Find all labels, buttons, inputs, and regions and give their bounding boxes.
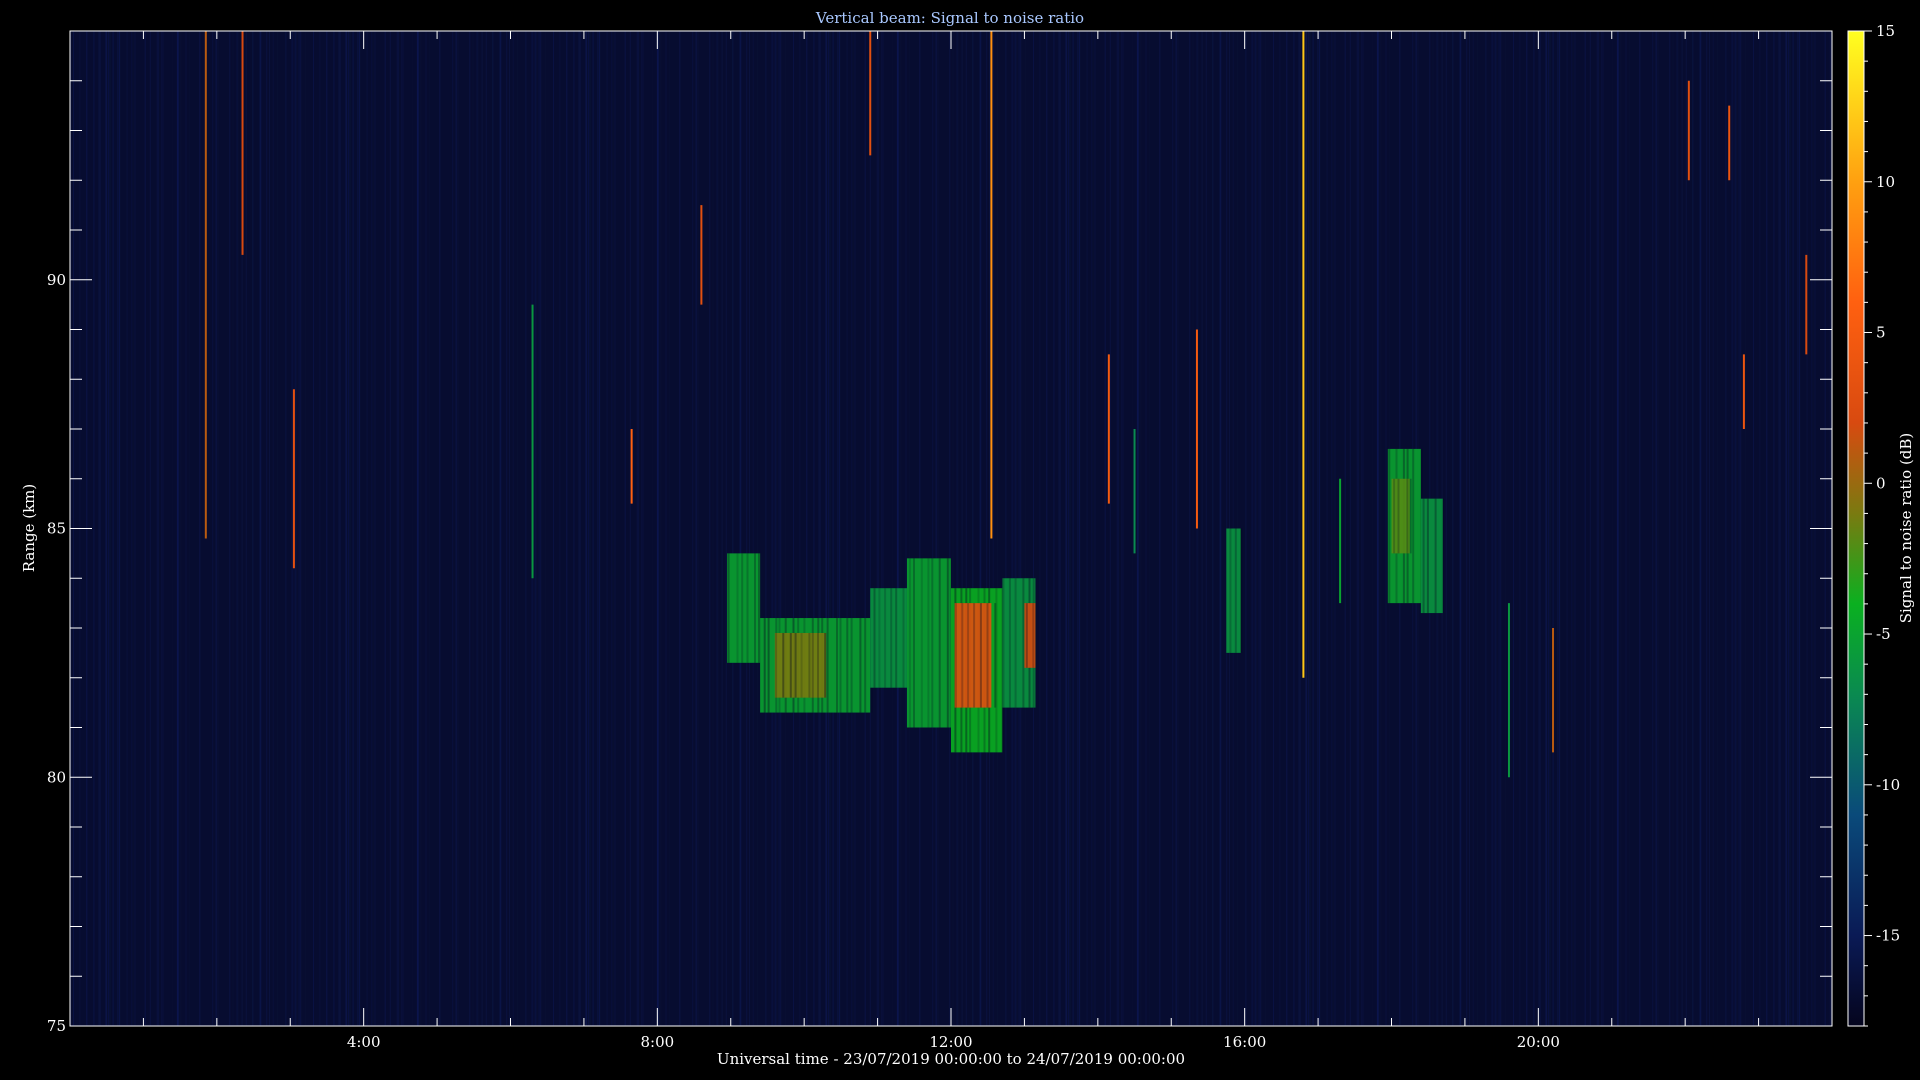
echo-stripe xyxy=(890,588,893,688)
echo-stripe xyxy=(775,632,778,698)
x-tick-label-0: 4:00 xyxy=(347,1033,381,1051)
colorbar-ticks: 15 10 5 0 -5 -10 -15 xyxy=(1864,22,1900,1027)
echo-stripe xyxy=(878,588,881,688)
echo-region-3 xyxy=(870,588,907,688)
echo-stripe xyxy=(913,558,915,728)
echo-stripe xyxy=(864,618,867,713)
colorbar-tick-label-5: -10 xyxy=(1876,776,1900,794)
echo-stripe xyxy=(927,558,930,728)
echo-stripe xyxy=(758,553,760,663)
y-tick-label-2: 85 xyxy=(47,520,66,538)
echo-stripe xyxy=(817,632,819,698)
plot-area xyxy=(69,30,1833,1027)
echo-stripe xyxy=(955,603,957,708)
colorbar-fill xyxy=(1848,31,1864,1026)
echo-stripe xyxy=(1422,498,1425,614)
colorbar-label: Signal to noise ratio (dB) xyxy=(1897,433,1915,624)
echo-stripe xyxy=(902,588,905,688)
echo-stripe xyxy=(763,618,766,713)
echo-stripe xyxy=(1397,478,1400,554)
x-tick-label-4: 20:00 xyxy=(1517,1033,1560,1051)
echo-stripe xyxy=(873,588,876,688)
echo-stripe xyxy=(1014,578,1017,708)
echo-stripe xyxy=(1434,498,1437,614)
echo-stripe xyxy=(1229,528,1232,653)
echo-region-9 xyxy=(1226,528,1241,653)
echo-stripe xyxy=(1426,498,1429,614)
echo-stripe xyxy=(850,618,853,713)
echo-stripe xyxy=(931,558,934,728)
echo-stripe xyxy=(800,632,803,698)
y-tick-label-0: 75 xyxy=(47,1017,66,1035)
echo-stripe xyxy=(1022,578,1025,708)
echo-stripe xyxy=(839,618,842,713)
colorbar-tick-label-2: 5 xyxy=(1876,324,1886,342)
echo-stripe xyxy=(741,553,744,663)
echo-stripe xyxy=(836,618,838,713)
echo-stripe xyxy=(1406,478,1409,554)
echo-stripe xyxy=(908,558,911,728)
chart-title: Vertical beam: Signal to noise ratio xyxy=(815,9,1084,27)
y-tick-label-1: 80 xyxy=(47,768,66,786)
echo-stripe xyxy=(1008,578,1011,708)
echo-stripe xyxy=(736,553,739,663)
echo-stripe xyxy=(727,553,730,663)
echo-stripe xyxy=(1412,448,1415,604)
echo-stripe xyxy=(1002,578,1005,708)
echo-stripe xyxy=(920,558,923,728)
echo-stripe xyxy=(808,632,811,698)
colorbar-tick-label-1: 10 xyxy=(1876,173,1895,191)
y-tick-label-3: 90 xyxy=(47,271,66,289)
echo-stripe xyxy=(1441,498,1444,614)
echo-stripe xyxy=(767,618,770,713)
echo-stripe xyxy=(1234,528,1237,653)
x-tick-label-2: 12:00 xyxy=(929,1033,972,1051)
colorbar-tick-label-3: 0 xyxy=(1876,474,1886,492)
x-tick-label-1: 8:00 xyxy=(640,1033,674,1051)
echo-stripe xyxy=(1032,603,1035,668)
echo-stripe xyxy=(884,588,887,688)
echo-stripe xyxy=(754,553,756,663)
echo-region-7 xyxy=(954,603,992,708)
echo-stripe xyxy=(946,558,949,728)
echo-stripe xyxy=(938,558,941,728)
plot-noise-texture xyxy=(70,31,1832,1026)
echo-stripe xyxy=(1240,528,1243,653)
echo-stripe xyxy=(789,632,792,698)
snr-chart: Vertical beam: Signal to noise ratio 4:0… xyxy=(20,9,1915,1068)
echo-stripe xyxy=(811,632,814,698)
echo-stripe xyxy=(824,632,827,698)
x-tick-label-3: 16:00 xyxy=(1223,1033,1266,1051)
echo-stripe xyxy=(961,603,964,708)
colorbar-tick-label-0: 15 xyxy=(1876,22,1895,40)
echo-stripe xyxy=(1025,603,1028,668)
echo-stripe xyxy=(746,553,749,663)
colorbar-tick-label-4: -5 xyxy=(1876,625,1891,643)
echo-stripe xyxy=(1393,478,1396,554)
echo-stripe xyxy=(859,618,862,713)
y-axis-label: Range (km) xyxy=(20,484,38,573)
echo-stripe xyxy=(782,632,785,698)
echo-stripe xyxy=(986,603,989,708)
echo-stripe xyxy=(826,618,829,713)
echo-stripe xyxy=(1409,478,1412,554)
echo-stripe xyxy=(973,603,976,708)
echo-stripe xyxy=(895,588,898,688)
echo-stripe xyxy=(794,632,797,698)
echo-stripe xyxy=(1388,448,1391,604)
echo-stripe xyxy=(967,603,970,708)
echo-stripe xyxy=(994,603,997,708)
echo-stripe xyxy=(979,603,982,708)
colorbar-tick-label-6: -15 xyxy=(1876,927,1900,945)
echo-stripe xyxy=(846,618,849,713)
colorbar: 15 10 5 0 -5 -10 -15 xyxy=(1847,22,1900,1027)
x-axis-label: Universal time - 23/07/2019 00:00:00 to … xyxy=(717,1050,1185,1068)
